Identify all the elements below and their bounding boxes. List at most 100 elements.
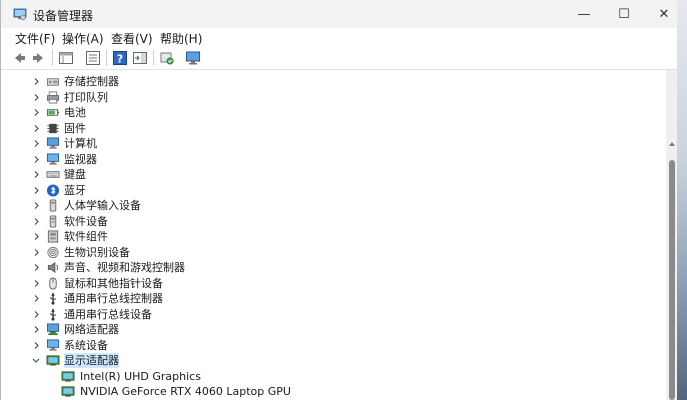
device-list-icon[interactable] <box>85 50 101 66</box>
chevron-right-icon[interactable] <box>31 123 41 134</box>
tree-node[interactable]: 键盘 <box>1 167 666 183</box>
toolbar-separator <box>52 50 53 66</box>
chevron-right-icon[interactable] <box>31 262 41 273</box>
properties-pane-icon[interactable] <box>58 50 74 66</box>
forward-icon[interactable] <box>31 50 47 66</box>
chevron-right-icon[interactable] <box>31 278 41 289</box>
chevron-right-icon[interactable] <box>31 92 41 103</box>
tree-node[interactable]: 蓝牙 <box>1 183 666 199</box>
tree-node[interactable]: 声音、视频和游戏控制器 <box>1 260 666 276</box>
chevron-right-icon[interactable] <box>31 247 41 258</box>
chevron-right-icon[interactable] <box>31 154 41 165</box>
tree-node[interactable]: 固件 <box>1 121 666 137</box>
help-icon[interactable]: ? <box>112 50 128 66</box>
tree-node[interactable]: 通用串行总线设备 <box>1 307 666 323</box>
system-device-icon <box>46 338 60 352</box>
device-tree: 存储控制器打印队列 电池固件计算机监视器 键盘蓝牙 人体学输入设备 软件设备软件组件生物… <box>1 70 666 400</box>
tree-node-label: 软件设备 <box>64 214 108 228</box>
tree-node-label: 声音、视频和游戏控制器 <box>64 261 185 274</box>
tree-node[interactable]: 计算机 <box>1 136 666 152</box>
monitor-icon[interactable] <box>185 50 201 66</box>
usb-icon <box>46 308 60 321</box>
toolbar-separator <box>153 50 154 66</box>
tree-node[interactable]: 人体学输入设备 <box>1 198 666 214</box>
tree-node-label: 软件组件 <box>64 230 108 243</box>
chevron-right-icon[interactable] <box>31 200 41 211</box>
tree-node-label: 网络适配器 <box>64 323 119 336</box>
software-device-icon <box>46 214 60 228</box>
keyboard-icon <box>46 168 60 181</box>
window-title: 设备管理器 <box>33 9 94 23</box>
tree-node-label: 键盘 <box>64 168 86 181</box>
chevron-right-icon[interactable] <box>31 76 41 87</box>
chevron-right-icon[interactable] <box>31 324 41 335</box>
menu-bar: 文件(F) 操作(A) 查看(V) 帮助(H) <box>1 28 687 46</box>
tree-node[interactable]: 鼠标和其他指针设备 <box>1 276 666 292</box>
title-bar: 设备管理器 — ☐ ✕ <box>1 0 687 28</box>
device-manager-window: 设备管理器 — ☐ ✕ 文件(F) 操作(A) 查看(V) 帮助(H) ? 存储… <box>0 0 687 400</box>
scan-hardware-icon[interactable] <box>159 50 175 66</box>
tree-node[interactable]: 显示适配器 <box>1 353 666 369</box>
mouse-icon <box>46 276 60 290</box>
toolbar: ? <box>1 46 687 70</box>
tree-child-node[interactable]: Intel(R) UHD Graphics <box>1 369 666 385</box>
firmware-icon <box>46 122 60 135</box>
display-adapter-icon <box>61 385 75 398</box>
menu-action[interactable]: 操作(A) <box>62 30 104 47</box>
scrollbar-thumb[interactable] <box>669 160 675 400</box>
computer-icon <box>46 137 60 150</box>
storage-controller-icon <box>46 75 60 88</box>
tree-node[interactable]: 系统设备 <box>1 338 666 354</box>
tree-node[interactable]: 软件组件 <box>1 229 666 245</box>
menu-file[interactable]: 文件(F) <box>15 30 55 47</box>
software-component-icon <box>46 230 60 243</box>
sound-icon <box>46 261 60 274</box>
tree-node-label: 计算机 <box>64 137 97 150</box>
tree-node-label: 系统设备 <box>64 338 108 352</box>
tree-child-node[interactable]: NVIDIA GeForce RTX 4060 Laptop GPU <box>1 384 666 400</box>
tree-node-label: 存储控制器 <box>64 75 119 88</box>
tree-node[interactable]: 软件设备 <box>1 214 666 230</box>
usb-icon <box>46 292 60 305</box>
chevron-right-icon[interactable] <box>31 231 41 242</box>
tree-node-label: 人体学输入设备 <box>64 199 141 212</box>
display-adapter-icon <box>46 354 60 367</box>
toolbar-separator <box>106 50 107 66</box>
chevron-right-icon[interactable] <box>31 293 41 304</box>
tree-node[interactable]: 打印队列 <box>1 90 666 106</box>
tree-node-label: 显示适配器 <box>64 353 119 368</box>
chevron-right-icon[interactable] <box>31 185 41 196</box>
chevron-right-icon[interactable] <box>31 107 41 118</box>
tree-node-label: 固件 <box>64 121 86 135</box>
chevron-right-icon[interactable] <box>31 340 41 351</box>
device-manager-icon <box>13 8 27 21</box>
menu-help[interactable]: 帮助(H) <box>160 30 202 47</box>
tree-node-label: 生物识别设备 <box>64 245 130 259</box>
tree-node[interactable]: 电池 <box>1 105 666 121</box>
maximize-button[interactable]: ☐ <box>604 0 644 28</box>
chevron-right-icon[interactable] <box>31 309 41 320</box>
scroll-up-arrow-icon[interactable] <box>669 142 675 146</box>
chevron-right-icon[interactable] <box>31 216 41 227</box>
back-icon[interactable] <box>11 50 27 66</box>
chevron-down-icon[interactable] <box>31 355 41 366</box>
chevron-right-icon[interactable] <box>31 138 41 149</box>
bluetooth-icon <box>46 183 60 197</box>
tree-node-label: 通用串行总线控制器 <box>64 292 163 305</box>
tree-node[interactable]: 通用串行总线控制器 <box>1 291 666 307</box>
tree-node-label: 通用串行总线设备 <box>64 307 152 321</box>
hid-icon <box>46 199 60 212</box>
monitor-icon <box>46 152 60 166</box>
tree-node-label: 电池 <box>64 106 86 119</box>
menu-view[interactable]: 查看(V) <box>111 30 153 47</box>
tree-node[interactable]: 生物识别设备 <box>1 245 666 261</box>
tree-node[interactable]: 监视器 <box>1 152 666 168</box>
action-pane-icon[interactable] <box>132 50 148 66</box>
minimize-button[interactable]: — <box>564 0 604 28</box>
desktop-background <box>677 0 687 400</box>
tree-node[interactable]: 网络适配器 <box>1 322 666 338</box>
display-adapter-icon <box>61 370 75 383</box>
battery-icon <box>46 106 60 119</box>
tree-node[interactable]: 存储控制器 <box>1 74 666 90</box>
chevron-right-icon[interactable] <box>31 169 41 180</box>
